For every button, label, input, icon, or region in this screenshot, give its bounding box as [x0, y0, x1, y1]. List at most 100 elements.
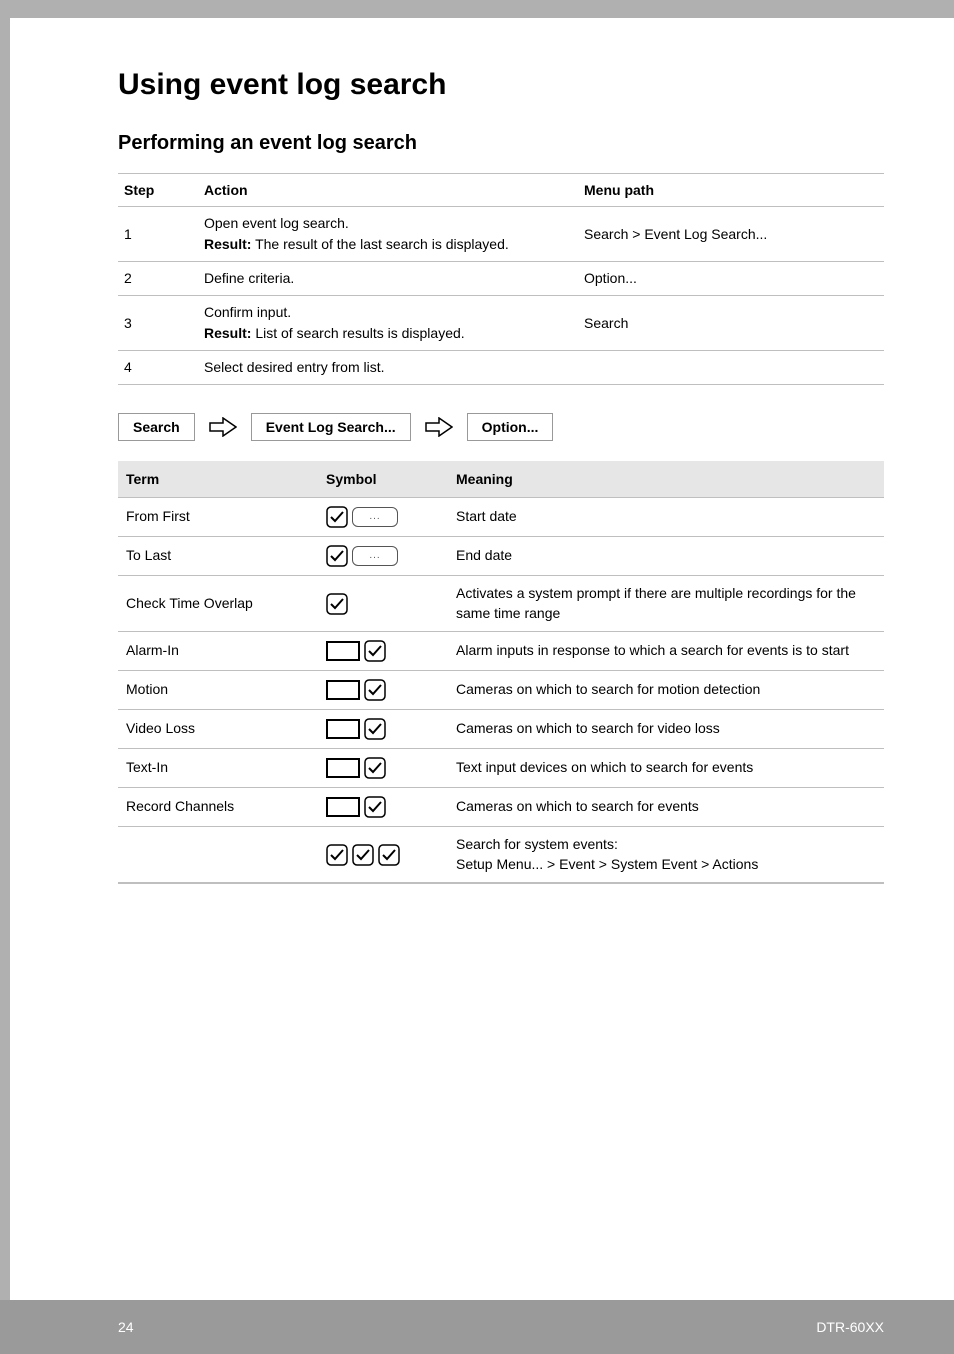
steps-header-action: Action [198, 174, 578, 207]
ellipsis-field-icon: ... [352, 507, 398, 527]
arrow-right-icon [425, 417, 453, 437]
step-number: 2 [118, 262, 198, 296]
table-row: Text-In Text input devices on which to s… [118, 749, 884, 788]
term-symbol [318, 827, 448, 884]
term-label: Video Loss [118, 710, 318, 749]
steps-table: Step Action Menu path 1 Open event log s… [118, 173, 884, 385]
term-meaning: Alarm inputs in response to which a sear… [448, 632, 884, 671]
term-label: Text-In [118, 749, 318, 788]
step-number: 3 [118, 296, 198, 351]
action-text: Open event log search. [204, 215, 349, 231]
step-action: Confirm input. Result: List of search re… [198, 296, 578, 351]
term-symbol [318, 671, 448, 710]
checkbox-icon [364, 640, 386, 662]
result-label: Result: [204, 236, 251, 252]
term-symbol: ... [318, 498, 448, 537]
checkbox-icon [352, 844, 374, 866]
step-action: Define criteria. [198, 262, 578, 296]
term-meaning: Search for system events: Setup Menu... … [448, 827, 884, 884]
term-label: Motion [118, 671, 318, 710]
left-sidebar [0, 18, 10, 1300]
checkbox-icon [326, 545, 348, 567]
term-meaning: Cameras on which to search for video los… [448, 710, 884, 749]
menu-path: Option... [578, 262, 884, 296]
model-number: DTR-60XX [816, 1319, 884, 1335]
menu-path [578, 351, 884, 385]
page-number: 24 [118, 1319, 134, 1335]
term-meaning: Cameras on which to search for events [448, 788, 884, 827]
rectangle-icon [326, 641, 360, 661]
table-row: Search for system events: Setup Menu... … [118, 827, 884, 884]
table-row: Check Time Overlap Activates a system pr… [118, 576, 884, 632]
crumb-search: Search [118, 413, 195, 441]
terms-header-symbol: Symbol [318, 461, 448, 498]
steps-header-menu: Menu path [578, 174, 884, 207]
result-label: Result: [204, 325, 251, 341]
term-label: Check Time Overlap [118, 576, 318, 632]
meaning-line-1: Search for system events: [456, 836, 618, 852]
checkbox-icon [378, 844, 400, 866]
step-action: Select desired entry from list. [198, 351, 578, 385]
table-row: 4 Select desired entry from list. [118, 351, 884, 385]
crumb-event-log: Event Log Search... [251, 413, 411, 441]
menu-path: Search [578, 296, 884, 351]
term-symbol [318, 749, 448, 788]
table-row: 2 Define criteria. Option... [118, 262, 884, 296]
table-row: Motion Cameras on which to search for mo… [118, 671, 884, 710]
crumb-option: Option... [467, 413, 554, 441]
term-meaning: End date [448, 537, 884, 576]
result-text: The result of the last search is display… [251, 236, 508, 252]
page-content: Using event log search Performing an eve… [0, 18, 954, 884]
table-row: 1 Open event log search. Result: The res… [118, 207, 884, 262]
term-label: Alarm-In [118, 632, 318, 671]
checkbox-icon [364, 679, 386, 701]
action-text: Confirm input. [204, 304, 291, 320]
menu-path: Search > Event Log Search... [578, 207, 884, 262]
term-symbol [318, 710, 448, 749]
term-label: To Last [118, 537, 318, 576]
ellipsis-field-icon: ... [352, 546, 398, 566]
step-number: 1 [118, 207, 198, 262]
terms-table: Term Symbol Meaning From First ... Start… [118, 461, 884, 884]
rectangle-icon [326, 758, 360, 778]
step-number: 4 [118, 351, 198, 385]
term-meaning: Activates a system prompt if there are m… [448, 576, 884, 632]
arrow-right-icon [209, 417, 237, 437]
rectangle-icon [326, 797, 360, 817]
section-heading: Performing an event log search [118, 132, 884, 155]
term-label: From First [118, 498, 318, 537]
table-row: 3 Confirm input. Result: List of search … [118, 296, 884, 351]
term-label: Record Channels [118, 788, 318, 827]
term-meaning: Cameras on which to search for motion de… [448, 671, 884, 710]
top-bar [0, 0, 954, 18]
table-row: Video Loss Cameras on which to search fo… [118, 710, 884, 749]
rectangle-icon [326, 719, 360, 739]
table-row: To Last ... End date [118, 537, 884, 576]
terms-header-meaning: Meaning [448, 461, 884, 498]
table-row: Alarm-In Alarm inputs in response to whi… [118, 632, 884, 671]
term-symbol [318, 576, 448, 632]
table-row: Record Channels Cameras on which to sear… [118, 788, 884, 827]
checkbox-icon [364, 718, 386, 740]
terms-header-term: Term [118, 461, 318, 498]
term-label [118, 827, 318, 884]
steps-header-step: Step [118, 174, 198, 207]
page-footer: 24 DTR-60XX [0, 1300, 954, 1354]
breadcrumb: Search Event Log Search... Option... [118, 413, 884, 441]
step-action: Open event log search. Result: The resul… [198, 207, 578, 262]
checkbox-icon [364, 796, 386, 818]
meaning-line-2: Setup Menu... > Event > System Event > A… [456, 856, 758, 872]
table-row: From First ... Start date [118, 498, 884, 537]
checkbox-icon [326, 593, 348, 615]
term-meaning: Start date [448, 498, 884, 537]
page-title: Using event log search [118, 68, 884, 102]
checkbox-icon [364, 757, 386, 779]
term-meaning: Text input devices on which to search fo… [448, 749, 884, 788]
term-symbol [318, 788, 448, 827]
checkbox-icon [326, 506, 348, 528]
term-symbol [318, 632, 448, 671]
rectangle-icon [326, 680, 360, 700]
term-symbol: ... [318, 537, 448, 576]
result-text: List of search results is displayed. [251, 325, 464, 341]
checkbox-icon [326, 844, 348, 866]
